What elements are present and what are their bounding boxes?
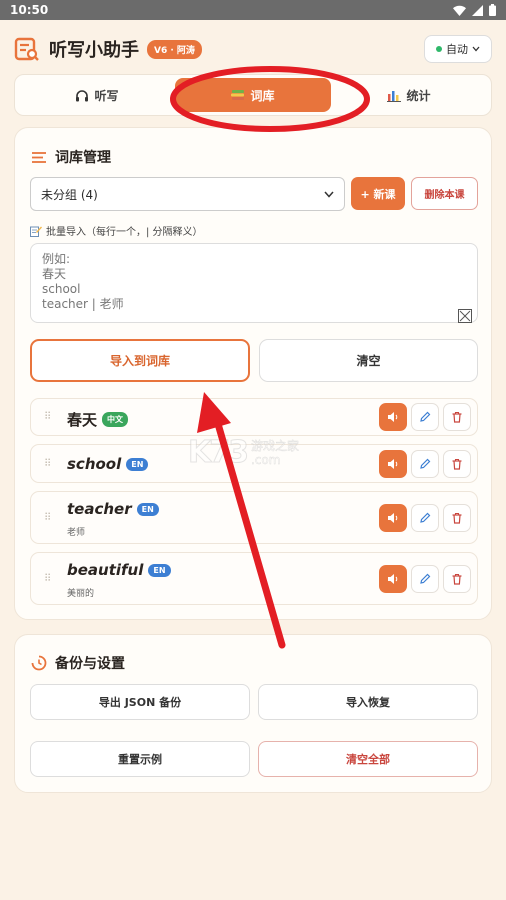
drag-handle-icon[interactable]: ⠿ xyxy=(44,574,52,584)
headphones-icon xyxy=(76,89,89,101)
word-line: 春天 中文 xyxy=(67,409,129,430)
delete-button[interactable] xyxy=(443,564,471,593)
clear-all-button[interactable]: 清空全部 xyxy=(258,741,478,777)
pencil-icon xyxy=(420,573,431,584)
word-item: ⠿ beautiful EN 美丽的 xyxy=(30,552,478,605)
status-dot xyxy=(436,46,442,52)
tab-dictation-label: 听写 xyxy=(94,88,119,103)
pencil-icon xyxy=(420,512,431,523)
word-item: ⠿ teacher EN 老师 xyxy=(30,491,478,544)
trash-icon xyxy=(452,411,462,423)
speaker-icon xyxy=(388,412,398,422)
word-item: ⠿ 春天 中文 xyxy=(30,398,478,436)
delete-lesson-button[interactable]: 删除本课 xyxy=(411,177,478,210)
word-actions xyxy=(379,564,471,593)
menu-lines-icon xyxy=(32,151,46,163)
delete-button[interactable] xyxy=(443,503,471,532)
word-text: beautiful xyxy=(67,561,144,579)
trash-icon xyxy=(452,573,462,585)
tab-dictation[interactable]: 听写 xyxy=(19,78,175,112)
word-actions xyxy=(379,503,471,532)
speaker-icon xyxy=(388,512,398,523)
word-actions xyxy=(379,403,471,431)
library-section-title: 词库管理 xyxy=(31,147,111,167)
speaker-icon xyxy=(388,458,398,469)
trash-icon xyxy=(452,512,462,524)
notepad-search-icon xyxy=(14,37,39,61)
edit-button[interactable] xyxy=(411,449,439,478)
theme-label: 自动 xyxy=(446,43,468,56)
delete-button[interactable] xyxy=(443,403,471,431)
import-to-library-button[interactable]: 导入到词库 xyxy=(30,339,250,382)
word-text: school xyxy=(67,455,122,473)
tab-library-label: 词库 xyxy=(250,88,275,103)
backup-title: 备份与设置 xyxy=(55,656,125,672)
backup-card: 备份与设置 导出 JSON 备份 导入恢复 重置示例 清空全部 xyxy=(14,634,492,793)
word-line: school EN xyxy=(67,455,149,473)
tab-stats[interactable]: 统计 xyxy=(331,78,487,112)
books-icon xyxy=(231,90,245,100)
lang-badge: EN xyxy=(148,563,171,577)
backup-section-title: 备份与设置 xyxy=(31,653,125,673)
main-tabs: 听写 词库 统计 xyxy=(14,74,492,116)
app-title: 听写小助手 xyxy=(49,40,139,61)
word-meaning: 美丽的 xyxy=(67,589,95,599)
wifi-icon xyxy=(453,5,466,16)
clear-button[interactable]: 清空 xyxy=(259,339,478,382)
lang-badge: 中文 xyxy=(102,412,129,427)
speak-button[interactable] xyxy=(379,503,407,532)
speaker-icon xyxy=(388,573,398,584)
bar-chart-icon xyxy=(387,90,402,102)
speak-button[interactable] xyxy=(379,449,407,478)
word-meaning: 老师 xyxy=(67,528,86,538)
chevron-down-icon xyxy=(324,191,334,198)
tab-library[interactable]: 词库 xyxy=(175,78,331,112)
word-line: teacher EN xyxy=(67,500,159,518)
batch-import-text: 批量导入（每行一个，| 分隔释义） xyxy=(46,227,203,238)
group-select-value: 未分组 (4) xyxy=(41,187,98,202)
version-badge: V6 · 阿涛 xyxy=(147,39,202,59)
library-title: 词库管理 xyxy=(55,150,111,166)
status-bar: 10:50 xyxy=(0,0,506,20)
new-lesson-button[interactable]: + 新课 xyxy=(351,177,405,210)
word-actions xyxy=(379,449,471,478)
library-card: 词库管理 未分组 (4) + 新课 删除本课 批量导入（每行一个，| 分隔释义）… xyxy=(14,127,492,620)
lang-badge: EN xyxy=(126,457,149,471)
edit-button[interactable] xyxy=(411,564,439,593)
speak-button[interactable] xyxy=(379,403,407,431)
word-text: 春天 xyxy=(67,411,98,429)
export-json-button[interactable]: 导出 JSON 备份 xyxy=(30,684,250,720)
delete-button[interactable] xyxy=(443,449,471,478)
word-line: beautiful EN xyxy=(67,561,171,579)
chevron-down-icon xyxy=(472,46,480,52)
word-text: teacher xyxy=(67,500,132,518)
lang-badge: EN xyxy=(136,502,159,516)
trash-icon xyxy=(452,458,462,470)
memo-pencil-icon xyxy=(30,226,42,237)
edit-button[interactable] xyxy=(411,503,439,532)
status-time: 10:50 xyxy=(10,3,49,17)
drag-handle-icon[interactable]: ⠿ xyxy=(44,459,52,469)
pencil-icon xyxy=(420,411,431,422)
battery-icon xyxy=(489,4,496,16)
theme-select[interactable]: 自动 xyxy=(424,35,492,63)
reset-example-button[interactable]: 重置示例 xyxy=(30,741,250,777)
pencil-icon xyxy=(420,458,431,469)
speak-button[interactable] xyxy=(379,564,407,593)
edit-button[interactable] xyxy=(411,403,439,431)
batch-import-textarea[interactable]: 例如: 春天 school teacher | 老师 xyxy=(30,243,478,323)
word-item: ⠿ school EN xyxy=(30,444,478,483)
status-icons xyxy=(453,4,496,16)
drag-handle-icon[interactable]: ⠿ xyxy=(44,412,52,422)
signal-icon xyxy=(472,4,483,16)
resize-handle-icon[interactable] xyxy=(458,309,472,323)
tab-stats-label: 统计 xyxy=(406,88,431,103)
import-restore-button[interactable]: 导入恢复 xyxy=(258,684,478,720)
group-select[interactable]: 未分组 (4) xyxy=(30,177,345,211)
app-header: 听写小助手 V6 · 阿涛 自动 xyxy=(14,34,492,64)
drag-handle-icon[interactable]: ⠿ xyxy=(44,513,52,523)
batch-import-label: 批量导入（每行一个，| 分隔释义） xyxy=(30,223,203,238)
clock-icon xyxy=(31,655,47,671)
